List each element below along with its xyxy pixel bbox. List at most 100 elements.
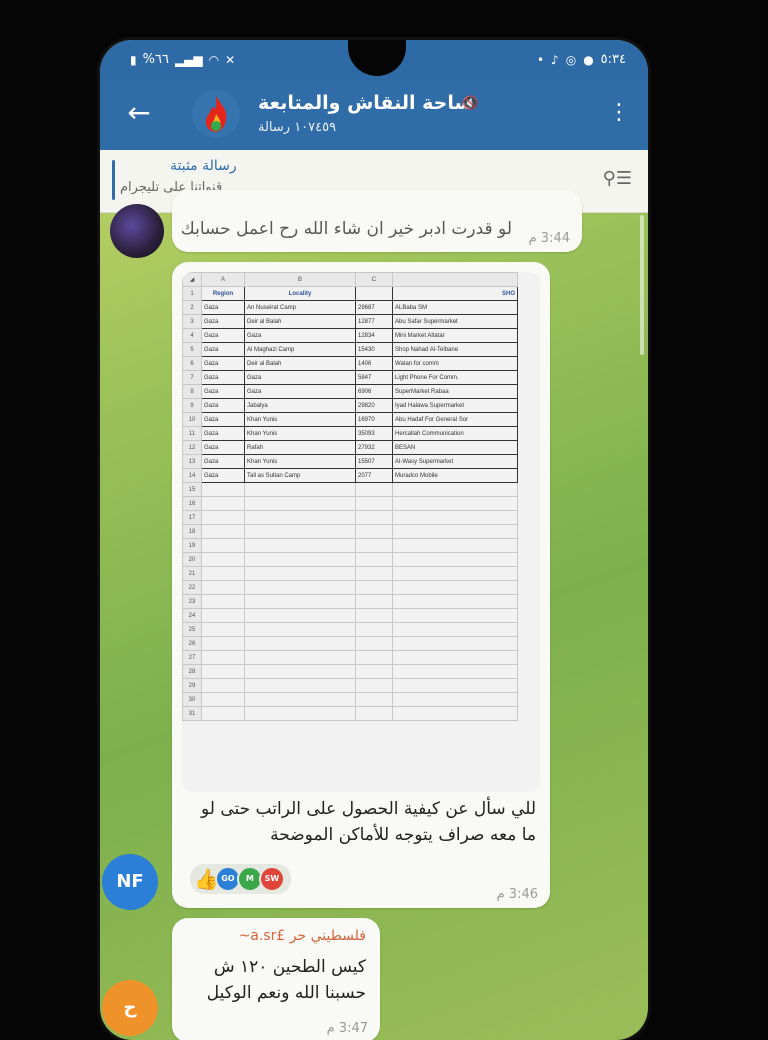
spreadsheet-row: 18 [182, 524, 518, 539]
empty-cell [392, 692, 518, 707]
data-cell: Gaza [201, 454, 245, 469]
reactions[interactable]: 👍 GO M SW [190, 864, 291, 894]
row-number: 17 [182, 510, 202, 525]
data-cell: Gaza [201, 398, 245, 413]
row-number: 4 [182, 328, 202, 343]
row-number: 23 [182, 594, 202, 609]
spreadsheet-body: 1 Region Locality SHO 2 Gaza An Nuseirat Camp 2… [182, 286, 518, 721]
channel-avatar[interactable] [192, 90, 240, 138]
empty-cell [392, 594, 518, 609]
data-cell: 12877 [355, 314, 393, 329]
spreadsheet-row: 24 [182, 608, 518, 623]
empty-cell [355, 692, 393, 707]
spreadsheet-row: 1 Region Locality SHO [182, 286, 518, 301]
header-cell: Locality [244, 286, 356, 301]
spreadsheet-image[interactable]: ◢ A B C 1 Region Locality SHO 2 Gaza An Nuseir… [182, 272, 540, 792]
empty-cell [201, 608, 245, 623]
data-cell: 5847 [355, 370, 393, 385]
empty-cell [244, 664, 356, 679]
header-cell [355, 286, 393, 301]
empty-cell [392, 496, 518, 511]
data-cell: Gaza [201, 468, 245, 483]
spreadsheet-row: 20 [182, 552, 518, 567]
row-number: 11 [182, 426, 202, 441]
empty-cell [392, 622, 518, 637]
empty-cell [392, 566, 518, 581]
message-bubble[interactable]: فلسطيني حر £a.sr~ كيس الطحين ١٢٠ ش حسبنا… [172, 918, 380, 1040]
spreadsheet-row: 12 Gaza Rafah 27932 BESAN [182, 440, 518, 455]
data-cell: Rafah [244, 440, 356, 455]
data-cell: 1406 [355, 356, 393, 371]
data-cell: 15430 [355, 342, 393, 357]
message-bubble[interactable]: ◢ A B C 1 Region Locality SHO 2 Gaza An Nuseir… [172, 262, 550, 908]
row-number: 9 [182, 398, 202, 413]
empty-cell [392, 524, 518, 539]
spreadsheet-row: 5 Gaza Al Maghazi Camp 15430 Shop Nahad Al-T… [182, 342, 518, 357]
row-number: 27 [182, 650, 202, 665]
column-letter: B [244, 272, 356, 287]
empty-cell [355, 678, 393, 693]
column-letter [392, 272, 518, 287]
avatar[interactable]: ح [102, 980, 158, 1036]
spreadsheet-row: 8 Gaza Gaza 6906 SuperMarket Rabaa [182, 384, 518, 399]
empty-cell [201, 538, 245, 553]
empty-cell [392, 678, 518, 693]
data-cell: Gaza [201, 440, 245, 455]
empty-cell [201, 496, 245, 511]
data-cell: ALBaba SM [392, 300, 518, 315]
row-number: 7 [182, 370, 202, 385]
empty-cell [392, 538, 518, 553]
empty-cell [355, 566, 393, 581]
message-bubble[interactable]: لو قدرت ادبر خير ان شاء الله رح اعمل حسا… [172, 190, 582, 252]
data-cell: 6906 [355, 384, 393, 399]
data-cell: 27932 [355, 440, 393, 455]
kebab-menu-icon[interactable]: ⋮ [608, 98, 630, 128]
message-text: لو قدرت ادبر خير ان شاء الله رح اعمل حسا… [180, 219, 512, 239]
spreadsheet-row: 19 [182, 538, 518, 553]
avatar[interactable]: NF [102, 854, 158, 910]
spreadsheet-row: 25 [182, 622, 518, 637]
column-letter: C [355, 272, 393, 287]
message-text: كيس الطحين ١٢٠ ش [213, 957, 366, 977]
empty-cell [392, 608, 518, 623]
pinned-title: رسالة مثبتة [170, 158, 237, 174]
row-number: 12 [182, 440, 202, 455]
data-cell: Hercallah Communication [392, 426, 518, 441]
scrollbar[interactable] [640, 215, 644, 355]
row-number: 30 [182, 692, 202, 707]
empty-cell [392, 650, 518, 665]
channel-title[interactable]: ساحة النقاش والمتابعة [258, 92, 473, 114]
empty-cell [201, 510, 245, 525]
spreadsheet-row: 6 Gaza Deir al Balah 1406 Watan for comm [182, 356, 518, 371]
data-cell: 29687 [355, 300, 393, 315]
empty-cell [355, 552, 393, 567]
data-cell: 16970 [355, 412, 393, 427]
data-cell: Gaza [201, 356, 245, 371]
empty-cell [201, 650, 245, 665]
reaction-pill[interactable]: 👍 GO M SW [190, 864, 291, 894]
status-right: • ♪ ◎ ● ٥:٣٤ [537, 52, 626, 67]
instagram-icon: ◎ [565, 52, 577, 67]
spreadsheet-row: 27 [182, 650, 518, 665]
sender-name[interactable]: فلسطيني حر £a.sr~ [239, 928, 366, 944]
message-time: 3:44 م [528, 231, 570, 246]
muted-icon: 🔇 [462, 96, 479, 111]
data-cell: Abu Safar Supermarket [392, 314, 518, 329]
data-cell: 12834 [355, 328, 393, 343]
spreadsheet-table: ◢ A B C 1 Region Locality SHO 2 Gaza An Nuseir… [182, 272, 518, 721]
data-cell: SuperMarket Rabaa [392, 384, 518, 399]
data-cell: An Nuseirat Camp [244, 300, 356, 315]
empty-cell [355, 636, 393, 651]
pin-list-icon[interactable]: ⚲☰ [603, 168, 632, 189]
spreadsheet-row: 3 Gaza Deir al Balah 12877 Abu Safar Superma… [182, 314, 518, 329]
spreadsheet-row: 14 Gaza Tall as Sultan Camp 2077 Muradco Mob… [182, 468, 518, 483]
mute-status-icon: ✕ [225, 52, 236, 67]
chat-header: ← ساحة النقاش والمتابعة 🔇 ١٠٧٤٥٩ رسالة ⋮ [100, 80, 648, 150]
empty-cell [201, 552, 245, 567]
empty-cell [244, 566, 356, 581]
row-number: 18 [182, 524, 202, 539]
header-cell: Region [201, 286, 245, 301]
row-number: 8 [182, 384, 202, 399]
avatar[interactable] [110, 204, 164, 258]
arrow-left-icon[interactable]: ← [122, 96, 156, 130]
